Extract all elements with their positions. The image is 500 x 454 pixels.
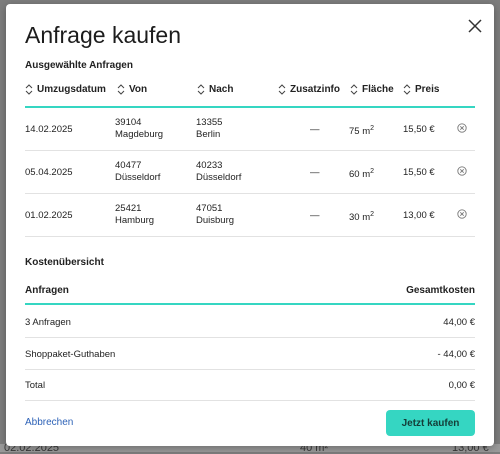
- column-header-flaeche[interactable]: Fläche: [350, 84, 394, 95]
- from-city: Hamburg: [115, 215, 155, 226]
- column-label: Zusatzinfo: [290, 84, 340, 95]
- column-header-umzugsdatum[interactable]: Umzugsdatum: [25, 84, 106, 95]
- costs-column-total: Gesamtkosten: [406, 285, 475, 296]
- from-zip: 25421: [115, 203, 142, 214]
- cell-from: 25421 Hamburg: [115, 203, 154, 227]
- to-city: Berlin: [196, 129, 221, 140]
- selected-requests-heading: Ausgewählte Anfragen: [25, 60, 133, 71]
- cell-date: 14.02.2025: [25, 124, 73, 135]
- costs-header-divider: [25, 303, 475, 305]
- cost-row: Shoppaket-Guthaben - 44,00 €: [25, 338, 475, 370]
- column-label: Fläche: [362, 84, 394, 95]
- costs-column-requests: Anfragen: [25, 285, 69, 296]
- cell-to: 40233 Düsseldorf: [196, 160, 241, 184]
- from-zip: 40477: [115, 160, 142, 171]
- to-city: Duisburg: [196, 215, 235, 226]
- sort-arrows-icon: [197, 84, 205, 95]
- cell-to: 47051 Duisburg: [196, 203, 234, 227]
- cell-from: 39104 Magdeburg: [115, 117, 163, 141]
- cell-area: 60 m2: [349, 166, 374, 181]
- area-unit: 2: [370, 125, 375, 132]
- remove-circle-icon[interactable]: [457, 166, 467, 176]
- cell-area: 30 m2: [349, 209, 374, 224]
- cell-to: 13355 Berlin: [196, 117, 222, 141]
- to-zip: 40233: [196, 160, 223, 171]
- from-zip: 39104: [115, 117, 142, 128]
- cost-value: - 44,00 €: [437, 349, 476, 360]
- table-row: 01.02.2025 25421 Hamburg 47051 Duisburg — …: [25, 194, 475, 237]
- cost-label: Total: [25, 380, 46, 391]
- area-value: 60 m: [349, 169, 371, 180]
- cell-extra: —: [310, 210, 320, 221]
- cost-value: 0,00 €: [448, 380, 475, 391]
- cost-row: 3 Anfragen 44,00 €: [25, 306, 475, 338]
- cost-label: 3 Anfragen: [25, 317, 71, 328]
- remove-circle-icon[interactable]: [457, 123, 467, 133]
- area-unit: 2: [370, 168, 375, 175]
- to-zip: 13355: [196, 117, 223, 128]
- cost-value: 44,00 €: [443, 317, 475, 328]
- remove-circle-icon[interactable]: [457, 209, 467, 219]
- close-icon[interactable]: [466, 17, 484, 35]
- cell-area: 75 m2: [349, 123, 374, 138]
- from-city: Magdeburg: [115, 129, 164, 140]
- cell-date: 01.02.2025: [25, 210, 73, 221]
- cancel-button[interactable]: Abbrechen: [25, 417, 73, 428]
- cell-extra: —: [310, 167, 320, 178]
- cost-overview-heading: Kostenübersicht: [25, 257, 104, 268]
- column-header-preis[interactable]: Preis: [403, 84, 439, 95]
- cell-price: 15,50 €: [403, 124, 435, 135]
- cost-label: Shoppaket-Guthaben: [25, 349, 116, 360]
- sort-arrows-icon: [403, 84, 411, 95]
- cell-date: 05.04.2025: [25, 167, 73, 178]
- sort-arrows-icon: [350, 84, 358, 95]
- column-label: Umzugsdatum: [37, 84, 106, 95]
- column-label: Nach: [209, 84, 234, 95]
- from-city: Düsseldorf: [115, 172, 161, 183]
- area-unit: 2: [370, 211, 375, 218]
- area-value: 75 m: [349, 126, 371, 137]
- to-city: Düsseldorf: [196, 172, 242, 183]
- purchase-dialog: Anfrage kaufen Ausgewählte Anfragen Umzu…: [6, 4, 494, 446]
- sort-arrows-icon: [117, 84, 125, 95]
- column-label: Von: [129, 84, 148, 95]
- cost-row-total: Total 0,00 €: [25, 369, 475, 401]
- sort-arrows-icon: [278, 84, 286, 95]
- area-value: 30 m: [349, 212, 371, 223]
- column-header-nach[interactable]: Nach: [197, 84, 233, 95]
- table-row: 05.04.2025 40477 Düsseldorf 40233 Düsseldo…: [25, 151, 475, 194]
- cell-extra: —: [310, 124, 320, 135]
- column-header-zusatzinfo[interactable]: Zusatzinfo: [278, 84, 340, 95]
- table-row: 14.02.2025 39104 Magdeburg 13355 Berlin — …: [25, 108, 475, 151]
- to-zip: 47051: [196, 203, 223, 214]
- dialog-title: Anfrage kaufen: [25, 22, 182, 48]
- cell-price: 15,50 €: [403, 167, 435, 178]
- buy-now-button[interactable]: Jetzt kaufen: [386, 410, 475, 436]
- cell-from: 40477 Düsseldorf: [115, 160, 160, 184]
- sort-arrows-icon: [25, 84, 33, 95]
- column-header-von[interactable]: Von: [117, 84, 147, 95]
- cell-price: 13,00 €: [403, 210, 435, 221]
- column-label: Preis: [415, 84, 440, 95]
